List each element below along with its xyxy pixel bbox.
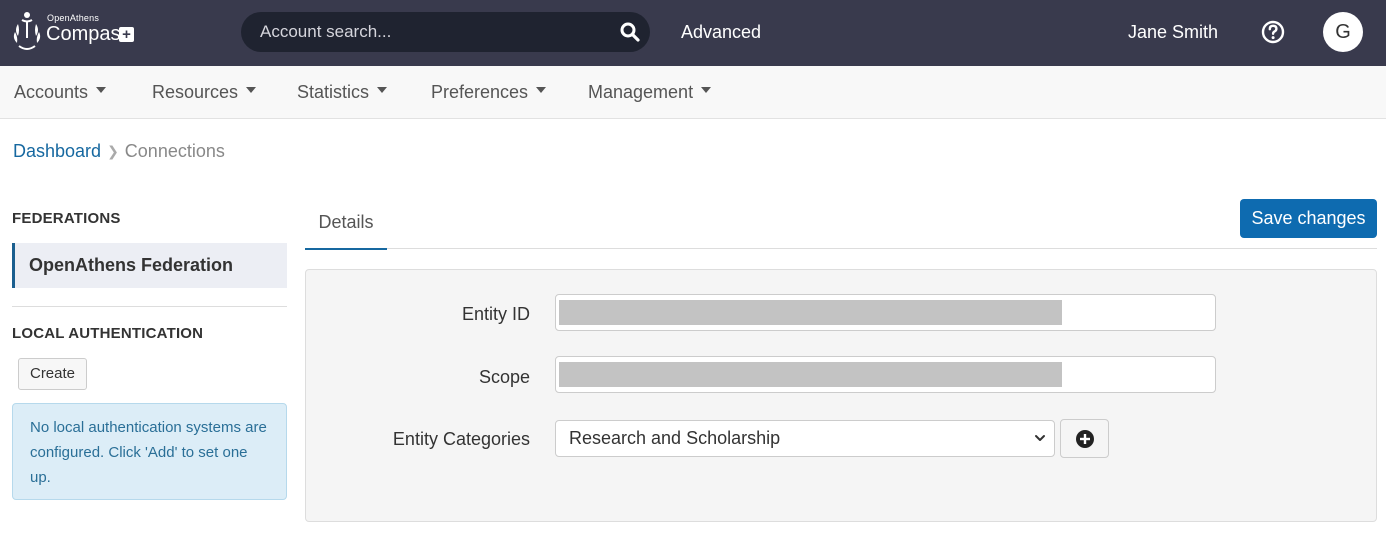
brand-main-text: Compass <box>46 23 131 45</box>
save-changes-button[interactable]: Save changes <box>1240 199 1377 238</box>
sidebar-divider <box>12 306 287 307</box>
breadcrumb-current: Connections <box>124 141 225 161</box>
scope-field[interactable] <box>555 356 1216 393</box>
breadcrumb-dashboard[interactable]: Dashboard <box>13 141 101 161</box>
logo-mark-icon <box>13 12 41 50</box>
advanced-search-link[interactable]: Advanced <box>681 22 761 43</box>
scope-label: Scope <box>478 367 530 387</box>
plus-icon: + <box>119 27 134 42</box>
breadcrumb: Dashboard ❯ Connections <box>13 141 225 162</box>
tab-details[interactable]: Details <box>305 200 387 250</box>
plus-circle-icon <box>1076 430 1094 448</box>
caret-down-icon <box>536 87 547 94</box>
add-entity-category-button[interactable] <box>1060 419 1109 458</box>
caret-down-icon <box>246 87 257 94</box>
tab-underline <box>387 248 1377 249</box>
chevron-right-icon: ❯ <box>107 143 119 159</box>
entity-id-field[interactable] <box>555 294 1216 331</box>
local-auth-info-alert: No local authentication systems are conf… <box>12 403 287 500</box>
brand-small-text: OpenAthens <box>47 13 100 23</box>
openathens-compass-logo[interactable]: OpenAthens Compass + <box>12 10 137 56</box>
nav-preferences-label: Preferences <box>431 82 529 102</box>
caret-down-icon <box>96 87 107 94</box>
entity-id-label: Entity ID <box>461 304 530 324</box>
entity-categories-label: Entity Categories <box>392 429 530 449</box>
nav-resources-label: Resources <box>152 82 239 102</box>
chevron-down-icon <box>1035 435 1045 441</box>
user-name[interactable]: Jane Smith <box>1128 22 1218 43</box>
account-search-bar <box>241 12 650 52</box>
avatar[interactable]: G <box>1323 12 1363 52</box>
main-nav: Accounts Resources Statistics Preference… <box>0 66 1386 119</box>
redacted-value <box>559 300 1062 325</box>
search-icon[interactable] <box>620 22 640 42</box>
top-header: OpenAthens Compass + Advanced Jane Smith… <box>0 0 1386 66</box>
nav-management[interactable]: Management <box>588 82 712 103</box>
account-search-input[interactable] <box>241 12 601 52</box>
nav-preferences[interactable]: Preferences <box>431 82 547 103</box>
local-authentication-heading: LOCAL AUTHENTICATION <box>12 325 204 342</box>
caret-down-icon <box>701 87 712 94</box>
nav-statistics-label: Statistics <box>297 82 370 102</box>
redacted-value <box>559 362 1062 387</box>
sidebar-item-openathens-federation[interactable]: OpenAthens Federation <box>12 243 287 288</box>
nav-accounts[interactable]: Accounts <box>14 82 107 103</box>
create-button[interactable]: Create <box>18 358 87 390</box>
nav-resources[interactable]: Resources <box>152 82 257 103</box>
entity-categories-value: Research and Scholarship <box>569 428 781 448</box>
entity-categories-select[interactable]: Research and Scholarship <box>555 420 1055 457</box>
nav-statistics[interactable]: Statistics <box>297 82 388 103</box>
nav-accounts-label: Accounts <box>14 82 89 102</box>
nav-management-label: Management <box>588 82 694 102</box>
help-icon[interactable] <box>1261 20 1285 44</box>
federations-heading: FEDERATIONS <box>12 210 121 227</box>
caret-down-icon <box>377 87 388 94</box>
